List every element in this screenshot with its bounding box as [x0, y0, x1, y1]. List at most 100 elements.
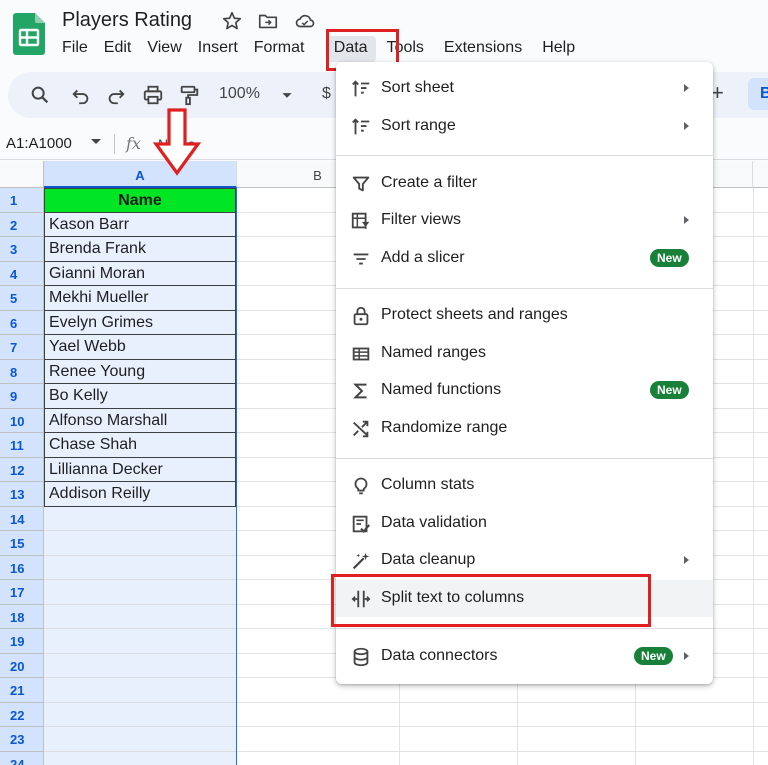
row-header[interactable]: 6 — [0, 310, 44, 335]
row-header[interactable]: 2 — [0, 212, 44, 237]
empty-cell[interactable] — [44, 506, 236, 531]
menu-extensions[interactable]: Extensions — [436, 36, 530, 62]
data-validation-icon — [352, 515, 371, 533]
undo-icon[interactable] — [70, 84, 92, 106]
empty-cell[interactable] — [44, 580, 236, 605]
menu-item-label: Column stats — [381, 476, 475, 493]
zoom-dropdown-icon[interactable] — [276, 84, 298, 106]
menu-insert[interactable]: Insert — [190, 36, 246, 62]
table-cell[interactable]: Chase Shah — [44, 433, 236, 458]
menu-item-protect-sheets[interactable]: Protect sheets and ranges — [336, 297, 713, 334]
paint-format-icon[interactable] — [178, 84, 200, 106]
menu-tools[interactable]: Tools — [379, 36, 432, 62]
row-header[interactable]: 15 — [0, 531, 44, 556]
redo-icon[interactable] — [105, 84, 127, 106]
table-cell[interactable]: Brenda Frank — [44, 237, 236, 262]
star-icon[interactable] — [221, 10, 243, 32]
row-header[interactable]: 7 — [0, 335, 44, 360]
menu-item-split-text-to-columns[interactable]: Split text to columns — [336, 580, 713, 617]
chevron-down-icon[interactable] — [91, 139, 101, 144]
table-cell[interactable]: Renee Young — [44, 359, 236, 384]
row-header[interactable]: 18 — [0, 604, 44, 629]
menu-item-column-stats[interactable]: Column stats — [336, 467, 713, 504]
fx-icon: fx — [126, 134, 141, 153]
menu-format[interactable]: Format — [246, 36, 322, 62]
empty-cell[interactable] — [44, 702, 236, 727]
empty-cell[interactable] — [44, 653, 236, 678]
menu-item-create-filter[interactable]: Create a filter — [336, 165, 713, 202]
table-cell[interactable]: Gianni Moran — [44, 261, 236, 286]
empty-cell[interactable] — [44, 531, 236, 556]
empty-cell[interactable] — [44, 751, 236, 765]
row-header[interactable]: 14 — [0, 506, 44, 531]
row-header[interactable]: 19 — [0, 629, 44, 654]
submenu-arrow-icon — [684, 216, 689, 224]
menu-edit[interactable]: Edit — [96, 36, 140, 62]
row-header[interactable]: 23 — [0, 727, 44, 752]
row-header[interactable]: 8 — [0, 359, 44, 384]
table-cell[interactable]: Evelyn Grimes — [44, 310, 236, 335]
name-box[interactable]: A1:A1000 — [6, 135, 72, 152]
row-header[interactable]: 16 — [0, 555, 44, 580]
menu-view[interactable]: View — [139, 36, 189, 62]
row-header[interactable]: 13 — [0, 482, 44, 507]
menu-data[interactable]: Data — [325, 36, 376, 62]
menu-item-named-functions[interactable]: Named functions New — [336, 372, 713, 409]
menu-item-filter-views[interactable]: Filter views — [336, 202, 713, 239]
cloud-status-icon[interactable] — [294, 10, 316, 32]
menu-item-named-ranges[interactable]: Named ranges — [336, 335, 713, 372]
menu-item-data-connectors[interactable]: Data connectors New — [336, 638, 713, 675]
table-cell[interactable]: Bo Kelly — [44, 384, 236, 409]
row-header[interactable]: 17 — [0, 580, 44, 605]
menu-item-add-slicer[interactable]: Add a slicer New — [336, 240, 713, 277]
row-header[interactable]: 20 — [0, 653, 44, 678]
menu-help[interactable]: Help — [534, 36, 583, 62]
row-header[interactable]: 11 — [0, 433, 44, 458]
row-header[interactable]: 1 — [0, 188, 44, 213]
row-header[interactable]: 10 — [0, 408, 44, 433]
menu-item-data-cleanup[interactable]: Data cleanup — [336, 542, 713, 579]
menu-item-label: Create a filter — [381, 174, 478, 191]
filter-icon — [352, 176, 370, 192]
row-header[interactable]: 12 — [0, 457, 44, 482]
empty-cell[interactable] — [44, 678, 236, 703]
move-folder-icon[interactable] — [257, 10, 279, 32]
row-header[interactable]: 21 — [0, 678, 44, 703]
table-cell[interactable]: Alfonso Marshall — [44, 408, 236, 433]
filter-views-icon — [351, 212, 370, 230]
table-cell[interactable]: Yael Webb — [44, 335, 236, 360]
column-header-a[interactable]: A — [44, 161, 237, 188]
row-header[interactable]: 9 — [0, 384, 44, 409]
print-icon[interactable] — [142, 84, 164, 106]
menu-item-sort-range[interactable]: Sort range — [336, 108, 713, 145]
slicer-icon — [353, 253, 369, 265]
empty-cell[interactable] — [44, 555, 236, 580]
row-header[interactable]: 24 — [0, 751, 44, 765]
zoom-select[interactable]: 100% — [219, 85, 260, 103]
row-header[interactable]: 22 — [0, 702, 44, 727]
table-cell[interactable]: Addison Reilly — [44, 482, 236, 507]
row-header[interactable]: 5 — [0, 286, 44, 311]
menu-item-data-validation[interactable]: Data validation — [336, 505, 713, 542]
search-menus-icon[interactable] — [29, 84, 51, 106]
table-cell[interactable]: Kason Barr — [44, 212, 236, 237]
menu-item-sort-sheet[interactable]: Sort sheet — [336, 70, 713, 107]
row-header[interactable]: 3 — [0, 237, 44, 262]
column-header-f[interactable] — [753, 161, 768, 188]
empty-cell[interactable] — [44, 604, 236, 629]
menu-item-label: Split text to columns — [381, 589, 525, 606]
sheets-logo-icon[interactable] — [13, 13, 45, 55]
new-badge: New — [650, 249, 689, 267]
table-cell[interactable]: Mekhi Mueller — [44, 286, 236, 311]
header-cell[interactable]: Name — [44, 188, 236, 213]
empty-cell[interactable] — [44, 629, 236, 654]
table-cell[interactable]: Lillianna Decker — [44, 457, 236, 482]
currency-format-button[interactable]: $ — [322, 85, 331, 103]
menu-item-randomize-range[interactable]: Randomize range — [336, 410, 713, 447]
row-header[interactable]: 4 — [0, 261, 44, 286]
empty-cell[interactable] — [44, 727, 236, 752]
select-all-corner[interactable] — [0, 161, 44, 188]
menu-file[interactable]: File — [54, 36, 96, 62]
bold-button[interactable]: B — [748, 78, 768, 110]
document-title[interactable]: Players Rating — [62, 9, 192, 32]
